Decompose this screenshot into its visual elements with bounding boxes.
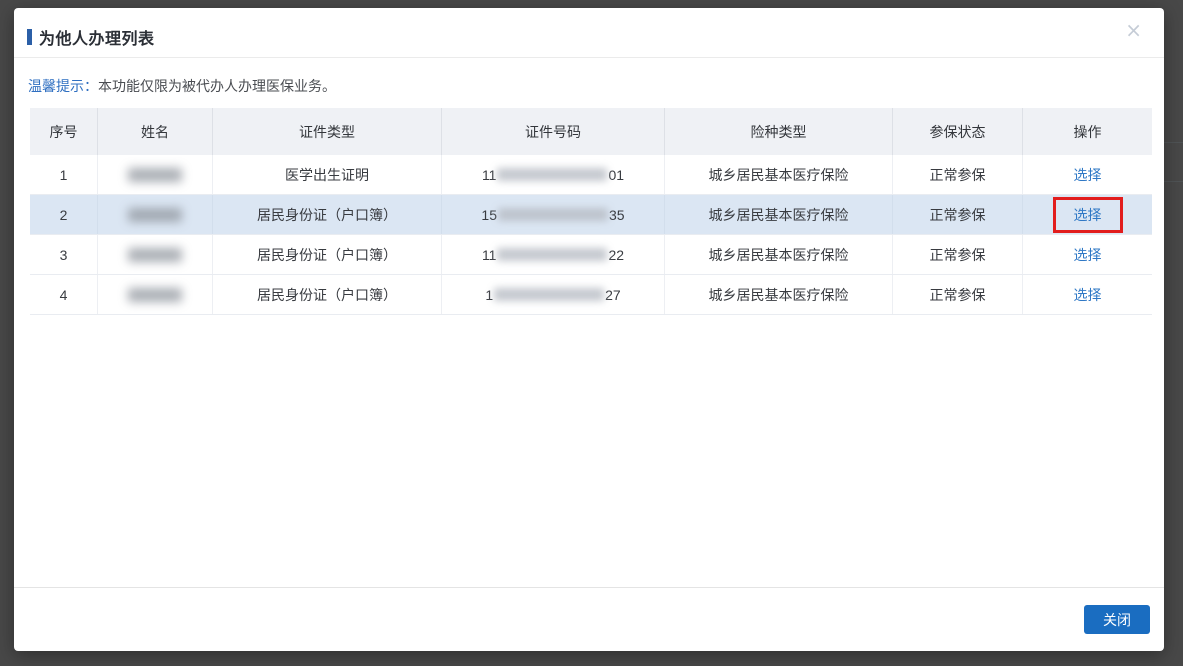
cell-id-number: 15 35 [442,195,665,234]
select-link[interactable]: 选择 [1074,165,1102,185]
id-prefix: 1 [485,287,493,303]
close-icon[interactable]: × [1125,20,1142,40]
header-cell: 序号 [30,108,98,155]
footer-divider [14,587,1164,588]
cell-index: 2 [30,195,98,234]
id-suffix: 27 [605,287,621,303]
cell-insurance: 城乡居民基本医疗保险 [665,235,893,274]
background-page-remnant [1163,142,1183,182]
header-cell: 证件号码 [442,108,665,155]
table-body: 1 医学出生证明 11 01 城乡居民基本医疗保险 正常参保 选择 2 居民身份… [30,155,1152,315]
blurred-name-value [128,168,182,182]
cell-status: 正常参保 [893,155,1023,194]
cell-index: 4 [30,275,98,314]
header-cell: 操作 [1023,108,1152,155]
blurred-id-value [494,288,604,301]
table-row: 2 居民身份证（户口簿） 15 35 城乡居民基本医疗保险 正常参保 选择 [30,195,1152,235]
cell-index: 3 [30,235,98,274]
cell-status: 正常参保 [893,275,1023,314]
cell-name [98,195,213,234]
tip-row: 温馨提示：本功能仅限为被代办人办理医保业务。 [28,76,336,96]
cell-insurance: 城乡居民基本医疗保险 [665,155,893,194]
cell-name [98,275,213,314]
select-link[interactable]: 选择 [1074,285,1102,305]
modal-title-wrap: 为他人办理列表 [27,25,155,49]
cell-status: 正常参保 [893,235,1023,274]
blurred-id-value [497,248,607,261]
id-prefix: 11 [482,167,497,183]
cell-id-type: 居民身份证（户口簿） [213,195,442,234]
blurred-id-value [498,208,608,221]
tip-text: 本功能仅限为被代办人办理医保业务。 [98,78,336,94]
select-link[interactable]: 选择 [1074,205,1102,225]
select-link[interactable]: 选择 [1074,245,1102,265]
header-cell: 姓名 [98,108,213,155]
table-header-row: 序号姓名证件类型证件号码险种类型参保状态操作 [30,108,1152,155]
cell-status: 正常参保 [893,195,1023,234]
modal-header: 为他人办理列表 × [14,8,1164,58]
tip-label: 温馨提示： [28,78,98,94]
cell-insurance: 城乡居民基本医疗保险 [665,275,893,314]
cell-id-number: 11 01 [442,155,665,194]
header-cell: 参保状态 [893,108,1023,155]
handle-for-others-modal: 为他人办理列表 × 温馨提示：本功能仅限为被代办人办理医保业务。 序号姓名证件类… [14,8,1164,651]
cell-index: 1 [30,155,98,194]
title-accent-bar-icon [27,29,32,45]
cell-id-type: 医学出生证明 [213,155,442,194]
cell-id-number: 11 22 [442,235,665,274]
action-cell: 选择 [1023,195,1152,234]
blurred-name-value [128,248,182,262]
table-row: 4 居民身份证（户口簿） 1 27 城乡居民基本医疗保险 正常参保 选择 [30,275,1152,315]
cell-insurance: 城乡居民基本医疗保险 [665,195,893,234]
blurred-name-value [128,208,182,222]
id-suffix: 35 [609,207,625,223]
header-cell: 证件类型 [213,108,442,155]
cell-id-type: 居民身份证（户口簿） [213,235,442,274]
header-cell: 险种类型 [665,108,893,155]
cell-id-number: 1 27 [442,275,665,314]
id-suffix: 22 [608,247,624,263]
action-cell: 选择 [1023,275,1152,314]
close-button[interactable]: 关闭 [1084,605,1150,634]
id-prefix: 15 [481,207,497,223]
table-row: 3 居民身份证（户口簿） 11 22 城乡居民基本医疗保险 正常参保 选择 [30,235,1152,275]
table-row: 1 医学出生证明 11 01 城乡居民基本医疗保险 正常参保 选择 [30,155,1152,195]
action-cell: 选择 [1023,155,1152,194]
cell-name [98,235,213,274]
cell-id-type: 居民身份证（户口簿） [213,275,442,314]
id-suffix: 01 [608,167,624,183]
blurred-id-value [497,168,607,181]
action-cell: 选择 [1023,235,1152,274]
modal-title: 为他人办理列表 [39,25,155,49]
blurred-name-value [128,288,182,302]
delegation-table: 序号姓名证件类型证件号码险种类型参保状态操作 1 医学出生证明 11 01 城乡… [30,108,1152,315]
cell-name [98,155,213,194]
id-prefix: 11 [482,247,497,263]
